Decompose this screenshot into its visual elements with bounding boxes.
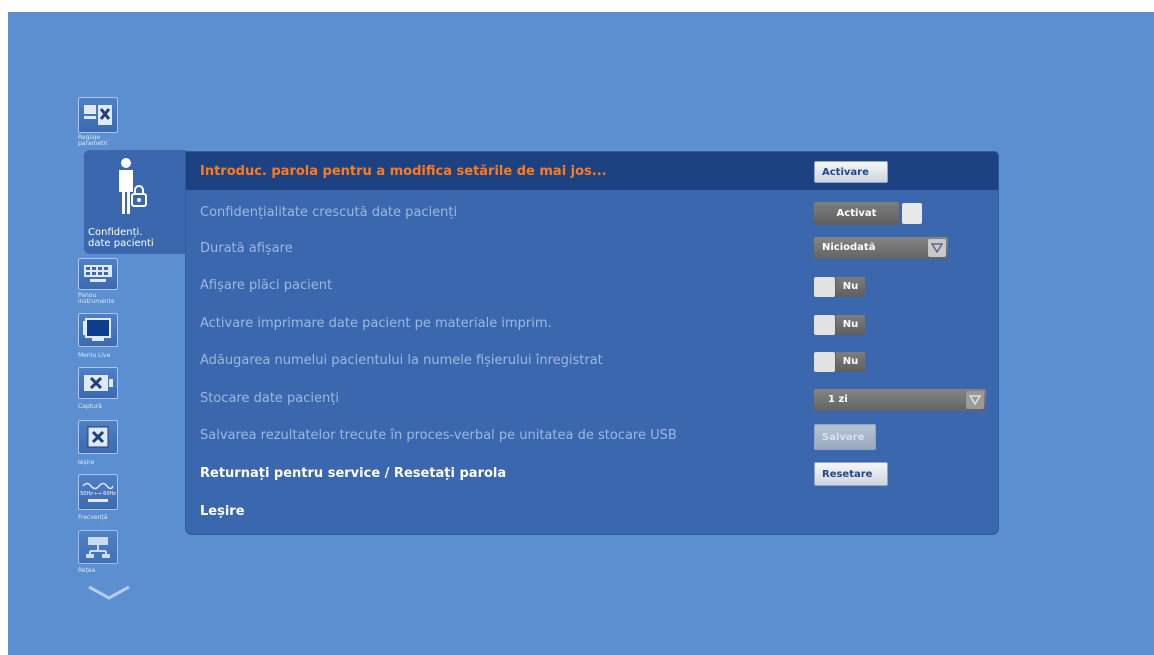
patient-plates-toggle[interactable]: Nu bbox=[814, 276, 866, 298]
sidebar-item-network[interactable]: Rețea bbox=[74, 530, 137, 580]
toggle-knob bbox=[814, 315, 835, 335]
toggle-knob bbox=[814, 352, 835, 372]
setting-label: Stocare date pacienți bbox=[200, 391, 339, 406]
display-duration-select[interactable]: Niciodată bbox=[814, 237, 948, 259]
sidebar-item-label: Meniu Live bbox=[78, 352, 111, 359]
toggle-value: Nu bbox=[836, 277, 865, 297]
sidebar-item-label: Ieșire bbox=[78, 459, 95, 466]
print-patient-data-toggle[interactable]: Nu bbox=[814, 314, 866, 336]
toggle-value: Nu bbox=[836, 315, 865, 335]
privacy-settings-panel: Introduc. parola pentru a modifica setăr… bbox=[186, 152, 998, 534]
toggle-knob bbox=[902, 203, 922, 224]
password-prompt-label: Introduc. parola pentru a modifica setăr… bbox=[200, 164, 607, 179]
sidebar-item-live-menu[interactable]: Meniu Live bbox=[74, 313, 137, 363]
setting-row-display-duration: Durată afișare Niciodată bbox=[186, 232, 998, 268]
setting-label: Activare imprimare date pacient pe mater… bbox=[200, 316, 552, 331]
sidebar-item-label: Rețea bbox=[78, 567, 96, 574]
reset-button[interactable]: Resetare bbox=[814, 462, 888, 486]
chevron-down-icon bbox=[928, 239, 946, 257]
sidebar-item-frequency[interactable]: 50Hz ⟷ 60Hz Frecvență bbox=[74, 474, 137, 526]
enhanced-privacy-toggle[interactable]: Activat bbox=[814, 202, 924, 225]
setting-label: Durată afișare bbox=[200, 241, 293, 256]
select-value: Niciodată bbox=[822, 242, 876, 253]
setting-row-patient-plates: Afișare plăci pacient Nu bbox=[186, 268, 998, 304]
setting-row-service-reset: Returnați pentru service / Resetați paro… bbox=[186, 456, 998, 492]
monitor-icon bbox=[78, 313, 118, 347]
exit-label[interactable]: Leșire bbox=[200, 504, 245, 519]
patient-data-storage-select[interactable]: 1 zi bbox=[814, 389, 986, 411]
setting-label: Salvarea rezultatelor trecute în proces-… bbox=[200, 428, 677, 443]
sidebar-item-parameters[interactable]: Reglaje parametri bbox=[74, 97, 137, 149]
sidebar-item-instrument-panel[interactable]: Panou instrumente bbox=[74, 258, 137, 308]
exit-row[interactable]: Leșire bbox=[186, 494, 998, 530]
sidebar-item-capture[interactable]: Captură bbox=[74, 367, 137, 415]
keyboard-icon bbox=[78, 258, 118, 290]
setting-row-enhanced-privacy: Confidențialitate crescută date pacienți… bbox=[186, 196, 998, 232]
sidebar-item-label: Confidenți. date pacienti bbox=[88, 227, 154, 249]
setting-label: Afișare plăci pacient bbox=[200, 278, 333, 293]
scroll-down-icon[interactable] bbox=[86, 584, 132, 602]
chevron-down-icon bbox=[966, 391, 984, 409]
save-usb-button[interactable]: Salvare bbox=[814, 424, 876, 450]
sidebar-item-label: Captură bbox=[78, 403, 102, 410]
parameters-icon bbox=[78, 97, 118, 133]
close-icon bbox=[78, 420, 118, 454]
frequency-icon: 50Hz ⟷ 60Hz bbox=[78, 474, 118, 510]
sidebar-item-privacy[interactable]: Confidenți. date pacienti bbox=[84, 150, 186, 254]
sidebar-item-label: Frecvență bbox=[78, 514, 108, 521]
setting-row-patient-name-filename: Adăugarea numelui pacientului la numele … bbox=[186, 343, 998, 379]
select-value: 1 zi bbox=[828, 394, 848, 405]
toggle-value: Nu bbox=[836, 352, 865, 372]
toggle-value: Activat bbox=[814, 202, 899, 225]
toggle-knob bbox=[814, 277, 835, 297]
sidebar-item-exit[interactable]: Ieșire bbox=[74, 420, 137, 470]
capture-icon bbox=[78, 367, 118, 399]
setting-row-patient-data-storage: Stocare date pacienți 1 zi bbox=[186, 381, 998, 417]
setting-label: Returnați pentru service / Resetați paro… bbox=[200, 466, 507, 481]
patient-name-filename-toggle[interactable]: Nu bbox=[814, 351, 866, 373]
sidebar-item-label: Panou instrumente bbox=[78, 292, 115, 305]
setting-row-print-patient-data: Activare imprimare date pacient pe mater… bbox=[186, 306, 998, 342]
sidebar-item-label: Reglaje parametri bbox=[78, 134, 108, 147]
patient-lock-icon bbox=[119, 158, 147, 214]
setting-label: Confidențialitate crescută date pacienți bbox=[200, 205, 458, 220]
setting-row-save-usb: Salvarea rezultatelor trecute în proces-… bbox=[186, 418, 998, 454]
activate-button[interactable]: Activare bbox=[814, 161, 888, 183]
setting-label: Adăugarea numelui pacientului la numele … bbox=[200, 353, 603, 368]
frequency-icon-text: 50Hz ⟷ 60Hz bbox=[80, 491, 116, 497]
network-icon bbox=[78, 530, 118, 564]
password-prompt-row: Introduc. parola pentru a modifica setăr… bbox=[186, 152, 998, 190]
